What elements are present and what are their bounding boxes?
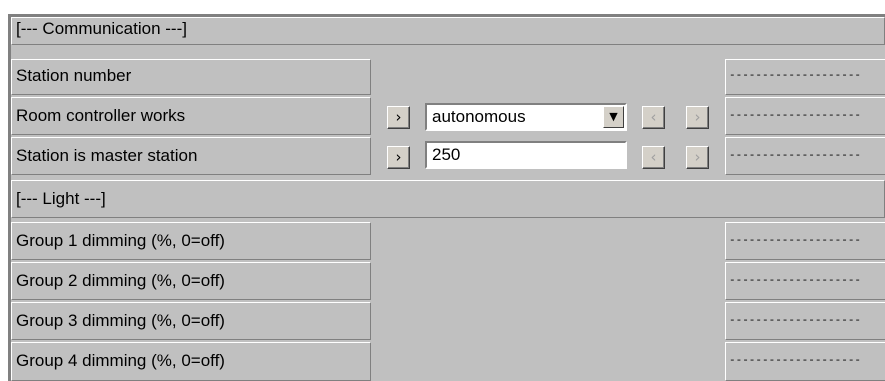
- chevron-left-icon: ‹: [650, 108, 657, 126]
- prev-button-master-station[interactable]: ‹: [642, 146, 665, 169]
- row-label-group-1: Group 1 dimming (%, 0=off): [11, 222, 371, 260]
- status-text: --------------------: [729, 315, 862, 327]
- dropdown-arrow-icon[interactable]: ▼: [603, 106, 624, 128]
- row-label-group-3: Group 3 dimming (%, 0=off): [11, 302, 371, 340]
- room-controller-select[interactable]: autonomous ▼: [425, 103, 627, 131]
- label-text: Group 3 dimming (%, 0=off): [16, 311, 225, 330]
- arrow-glyph: ▼: [609, 110, 618, 123]
- master-station-input[interactable]: 250: [425, 141, 627, 169]
- label-text: Group 4 dimming (%, 0=off): [16, 351, 225, 370]
- apply-button-room-controller[interactable]: ›: [387, 106, 410, 129]
- label-text: Station number: [16, 66, 132, 85]
- status-group-3: --------------------: [725, 302, 885, 340]
- next-button-master-station[interactable]: ›: [686, 146, 709, 169]
- select-value: autonomous: [432, 107, 526, 126]
- chevron-left-icon: ‹: [650, 148, 657, 166]
- label-text: Group 2 dimming (%, 0=off): [16, 271, 225, 290]
- label-text: Room controller works: [16, 106, 186, 125]
- status-text: --------------------: [729, 355, 862, 367]
- row-label-group-2: Group 2 dimming (%, 0=off): [11, 262, 371, 300]
- label-text: Station is master station: [16, 146, 198, 165]
- status-group-1: --------------------: [725, 222, 885, 260]
- next-button-room-controller[interactable]: ›: [686, 106, 709, 129]
- row-label-master-station: Station is master station: [11, 137, 371, 175]
- row-label-station-number: Station number: [11, 59, 371, 95]
- chevron-right-icon: ›: [395, 148, 402, 166]
- section-header-label: [--- Light ---]: [16, 189, 106, 208]
- prev-button-room-controller[interactable]: ‹: [642, 106, 665, 129]
- status-station-number: --------------------: [725, 59, 885, 95]
- status-master-station: --------------------: [725, 137, 885, 175]
- status-text: --------------------: [729, 70, 862, 82]
- section-header-light: [--- Light ---]: [11, 180, 885, 218]
- chevron-right-icon: ›: [395, 108, 402, 126]
- label-text: Group 1 dimming (%, 0=off): [16, 231, 225, 250]
- row-label-room-controller: Room controller works: [11, 97, 371, 135]
- status-group-4: --------------------: [725, 342, 885, 381]
- section-header-communication: [--- Communication ---]: [11, 17, 885, 45]
- status-room-controller: --------------------: [725, 97, 885, 135]
- row-label-group-4: Group 4 dimming (%, 0=off): [11, 342, 371, 381]
- input-value: 250: [432, 145, 461, 164]
- status-text: --------------------: [729, 110, 862, 122]
- status-group-2: --------------------: [725, 262, 885, 300]
- status-text: --------------------: [729, 150, 862, 162]
- status-text: --------------------: [729, 235, 862, 247]
- chevron-right-icon: ›: [694, 148, 701, 166]
- status-text: --------------------: [729, 275, 862, 287]
- chevron-right-icon: ›: [694, 108, 701, 126]
- section-header-label: [--- Communication ---]: [16, 19, 187, 38]
- apply-button-master-station[interactable]: ›: [387, 146, 410, 169]
